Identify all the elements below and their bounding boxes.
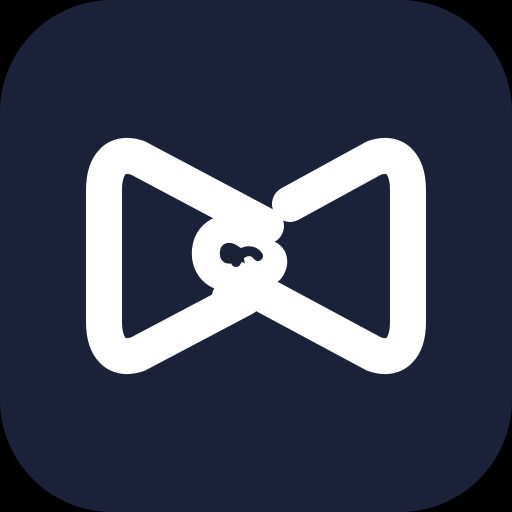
- bowtie-chain-link-logo-icon: [86, 138, 426, 374]
- icon-canvas: [0, 0, 512, 512]
- right-diagonal-band: [272, 140, 392, 222]
- left-diagonal-band: [120, 140, 284, 244]
- app-icon[interactable]: [0, 0, 512, 512]
